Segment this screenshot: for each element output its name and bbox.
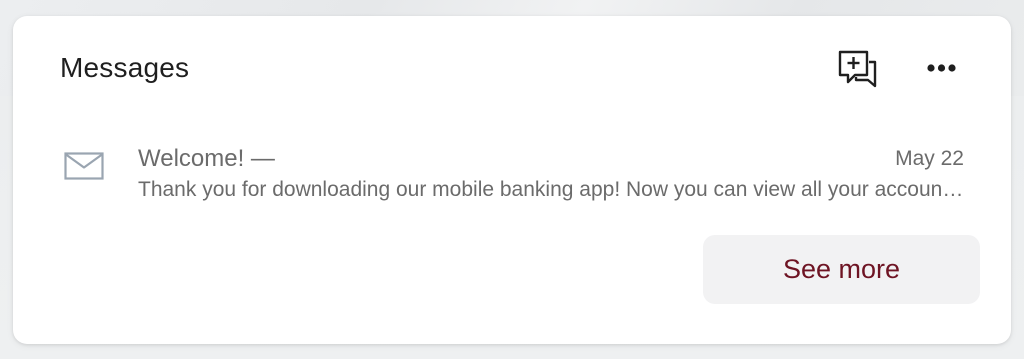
compose-message-button[interactable] xyxy=(835,48,879,92)
message-list-item[interactable]: Welcome! — May 22 Thank you for download… xyxy=(13,132,1011,212)
more-options-button[interactable] xyxy=(919,46,963,90)
messages-title: Messages xyxy=(60,52,190,83)
message-preview: Thank you for downloading our mobile ban… xyxy=(138,178,965,201)
envelope-icon xyxy=(64,152,104,180)
see-more-button[interactable]: See more xyxy=(703,235,980,304)
compose-message-icon xyxy=(838,50,877,88)
message-date: May 22 xyxy=(895,147,964,170)
messages-card-header: Messages xyxy=(13,16,1011,120)
messages-card: Messages Welcome! — May 22 Thank you for… xyxy=(13,16,1011,344)
message-subject: Welcome! — xyxy=(138,145,275,172)
more-horizontal-icon xyxy=(927,64,956,72)
